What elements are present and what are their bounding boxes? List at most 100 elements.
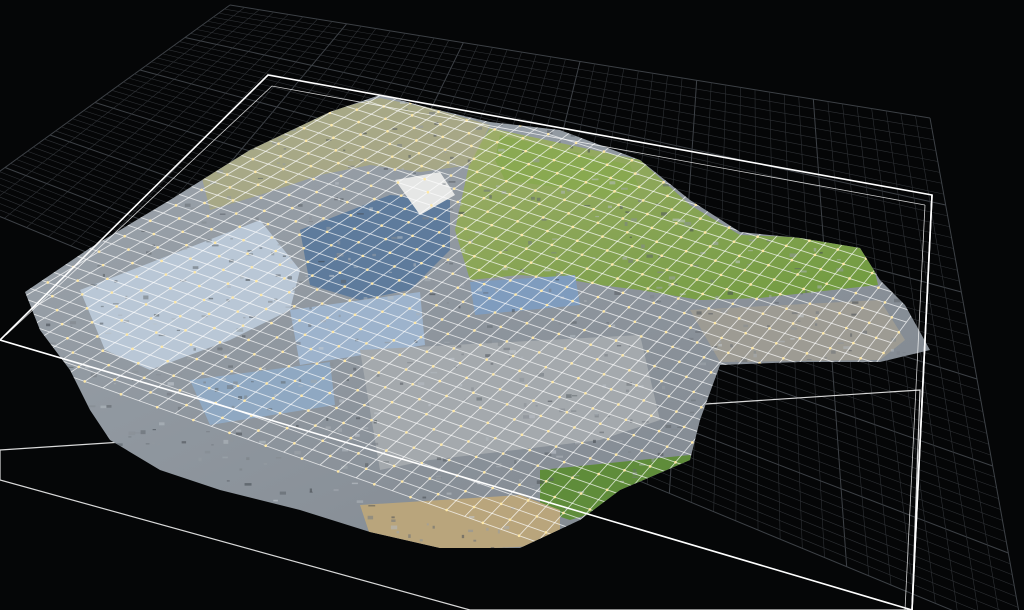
capture-point: [501, 452, 505, 455]
point-cluster: [839, 212, 843, 215]
capture-point: [181, 230, 185, 234]
capture-point: [425, 350, 429, 353]
capture-point: [342, 421, 345, 425]
point-cluster: [99, 322, 104, 325]
point-cluster: [63, 429, 66, 433]
point-cluster: [730, 344, 733, 348]
point-cluster: [310, 379, 317, 384]
capture-point: [602, 373, 606, 376]
point-cluster: [356, 500, 364, 503]
capture-point: [720, 336, 723, 340]
capture-point: [298, 233, 301, 237]
point-cluster: [594, 512, 601, 514]
capture-point: [616, 277, 619, 280]
capture-point: [605, 488, 609, 492]
capture-point: [160, 345, 164, 349]
capture-point: [707, 307, 711, 310]
point-cluster: [446, 302, 449, 304]
capture-point: [143, 376, 146, 380]
capture-point: [322, 217, 325, 220]
point-cluster: [718, 343, 722, 347]
point-cluster: [79, 554, 81, 556]
capture-point: [719, 541, 723, 544]
point-cluster: [277, 243, 283, 246]
capture-point: [304, 139, 308, 143]
capture-point: [259, 196, 263, 200]
point-cluster: [282, 255, 286, 257]
capture-point: [178, 314, 182, 318]
capture-point: [555, 257, 559, 260]
capture-point: [836, 413, 839, 417]
point-cluster: [900, 382, 904, 385]
capture-point: [591, 407, 595, 410]
point-cluster: [503, 347, 510, 351]
point-cluster: [243, 316, 246, 319]
point-cluster: [904, 128, 909, 131]
point-cluster: [819, 446, 822, 451]
capture-point: [135, 275, 139, 279]
point-cluster: [747, 440, 751, 443]
point-cluster: [832, 233, 839, 236]
capture-point: [864, 257, 868, 260]
capture-point: [585, 267, 589, 270]
point-cluster: [695, 507, 701, 511]
capture-point: [744, 536, 748, 540]
point-cluster: [282, 536, 289, 538]
3d-viewport[interactable]: [0, 0, 1024, 610]
point-cluster: [595, 215, 600, 218]
point-cluster: [335, 182, 339, 185]
capture-point: [185, 243, 188, 247]
capture-point: [519, 124, 522, 127]
point-cluster: [620, 103, 625, 105]
capture-point: [90, 321, 94, 324]
capture-point: [458, 361, 462, 365]
point-cluster: [115, 443, 123, 447]
capture-point: [526, 499, 530, 502]
point-cluster: [723, 545, 729, 548]
point-cluster: [628, 259, 634, 263]
point-cluster: [245, 278, 251, 281]
capture-point: [624, 418, 628, 422]
capture-point: [357, 120, 360, 124]
capture-point: [516, 220, 519, 223]
capture-point: [883, 301, 887, 304]
capture-point: [719, 273, 723, 277]
capture-point: [599, 422, 602, 425]
capture-point: [46, 281, 50, 284]
capture-point: [737, 317, 741, 320]
capture-point: [334, 257, 337, 261]
point-cluster: [659, 525, 664, 527]
capture-point: [166, 359, 169, 363]
capture-point: [682, 425, 686, 429]
capture-point: [321, 376, 325, 380]
capture-point: [563, 198, 566, 202]
capture-point: [678, 360, 681, 364]
point-cluster: [390, 525, 398, 530]
point-cluster: [430, 371, 438, 374]
point-cluster: [99, 233, 104, 237]
point-cluster: [657, 271, 664, 274]
point-cluster: [188, 141, 194, 143]
point-cluster: [710, 470, 717, 474]
capture-point: [306, 260, 310, 264]
capture-point: [785, 307, 788, 310]
point-cluster: [177, 498, 182, 502]
capture-point: [537, 351, 541, 354]
capture-point: [782, 356, 785, 360]
point-cluster: [273, 499, 278, 502]
capture-point: [315, 362, 319, 365]
capture-point: [704, 562, 707, 565]
capture-point: [741, 484, 745, 487]
capture-point: [605, 163, 609, 167]
point-cluster: [50, 350, 53, 354]
point-cluster: [565, 400, 569, 403]
capture-point: [452, 347, 456, 350]
capture-point: [279, 155, 283, 158]
capture-point: [714, 185, 717, 188]
point-cloud-scene[interactable]: [0, 0, 1024, 610]
capture-point: [802, 225, 806, 228]
capture-point: [473, 254, 476, 258]
point-cluster: [483, 292, 489, 294]
capture-point: [442, 244, 445, 248]
point-cluster: [25, 120, 28, 122]
